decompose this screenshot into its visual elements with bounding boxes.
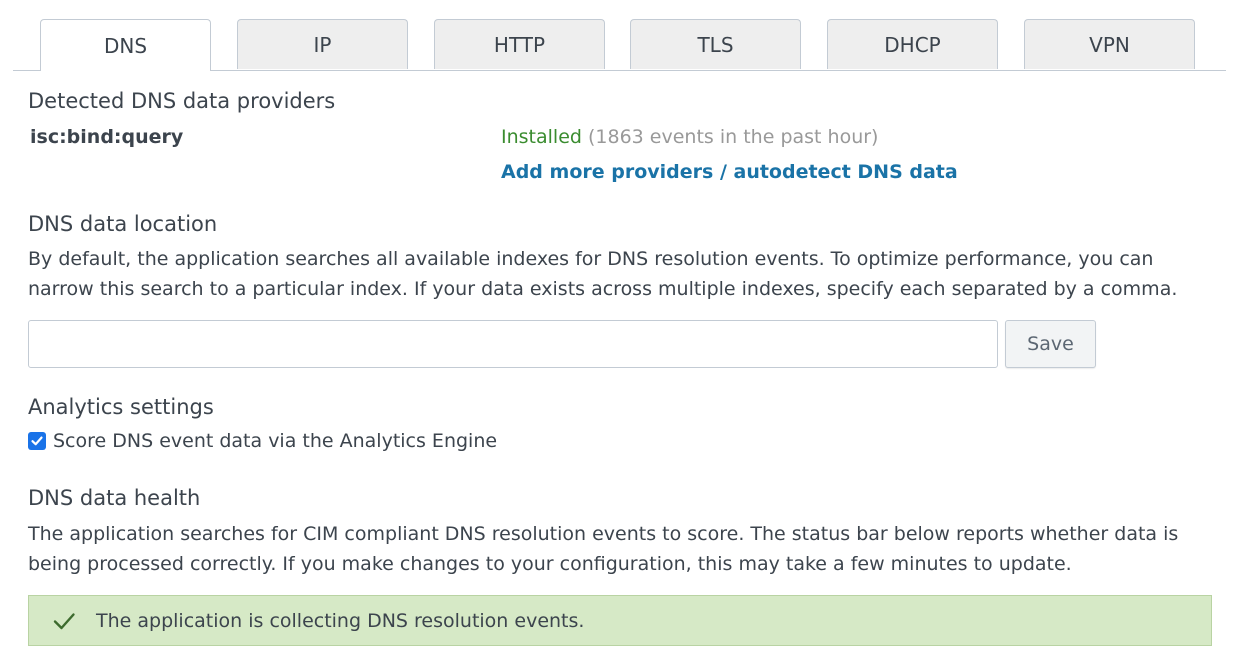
tab-dns[interactable]: DNS — [40, 19, 211, 71]
installed-status: Installed — [501, 126, 582, 148]
tab-tls[interactable]: TLS — [630, 19, 801, 69]
analytics-heading: Analytics settings — [28, 395, 214, 419]
tab-http[interactable]: HTTP — [434, 19, 605, 69]
events-count: (1863 events in the past hour) — [588, 126, 879, 148]
analytics-checkbox-row[interactable]: Score DNS event data via the Analytics E… — [28, 430, 497, 452]
checkmark-icon — [51, 608, 77, 634]
providers-heading: Detected DNS data providers — [28, 89, 336, 113]
location-heading: DNS data location — [28, 212, 218, 236]
analytics-checkbox-label: Score DNS event data via the Analytics E… — [53, 430, 498, 452]
index-input[interactable] — [28, 320, 998, 368]
tab-vpn[interactable]: VPN — [1024, 19, 1195, 69]
tab-ip[interactable]: IP — [237, 19, 408, 69]
provider-name: isc:bind:query — [30, 126, 184, 148]
health-heading: DNS data health — [28, 486, 201, 510]
location-description: By default, the application searches all… — [28, 248, 1178, 300]
provider-status: Installed (1863 events in the past hour) — [501, 126, 878, 148]
tab-dhcp[interactable]: DHCP — [827, 19, 998, 69]
health-status-bar: The application is collecting DNS resolu… — [28, 595, 1212, 646]
analytics-checkbox[interactable] — [28, 432, 46, 450]
save-button[interactable]: Save — [1005, 320, 1096, 368]
tab-bar: DNS IP HTTP TLS DHCP VPN — [13, 19, 1226, 71]
health-description: The application searches for CIM complia… — [28, 523, 1179, 575]
health-status-message: The application is collecting DNS resolu… — [96, 609, 585, 632]
add-providers-link[interactable]: Add more providers / autodetect DNS data — [501, 161, 958, 183]
checkbox-check-icon — [31, 436, 43, 446]
